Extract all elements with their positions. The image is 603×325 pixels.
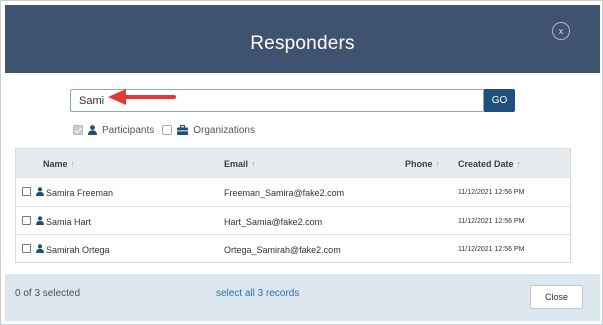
table-header: Name ↑ Email ↑ Phone ↑ Created Date ↑ xyxy=(16,149,570,177)
row-email: Hart_Samia@fake2.com xyxy=(224,217,323,227)
person-icon xyxy=(36,244,44,253)
participants-label: Participants xyxy=(102,124,155,136)
sort-arrow-icon: ↑ xyxy=(70,159,76,169)
close-x-icon[interactable]: x xyxy=(552,22,570,40)
participants-checkbox[interactable] xyxy=(73,125,83,135)
person-icon xyxy=(36,187,44,196)
row-checkbox[interactable] xyxy=(22,187,31,196)
briefcase-icon xyxy=(177,125,189,135)
sort-arrow-icon: ↑ xyxy=(435,159,441,169)
created-date-column-header[interactable]: Created Date ↑ xyxy=(458,159,521,169)
responders-table: Name ↑ Email ↑ Phone ↑ Created Date ↑ Samira… xyxy=(15,148,571,263)
name-column-header[interactable]: Name ↑ xyxy=(43,159,75,169)
go-button[interactable]: GO xyxy=(484,89,515,112)
row-email: Freeman_Samira@fake2.com xyxy=(224,188,345,198)
row-checkbox[interactable] xyxy=(22,216,31,225)
responders-modal: Responders x GO Participants Organizatio… xyxy=(0,0,603,325)
filter-options: Participants Organizations xyxy=(73,123,263,137)
row-email: Ortega_Samirah@fake2.com xyxy=(224,245,341,255)
email-column-header[interactable]: Email ↑ xyxy=(224,159,256,169)
row-checkbox[interactable] xyxy=(22,244,31,253)
close-button[interactable]: Close xyxy=(530,285,583,309)
person-icon xyxy=(36,216,44,225)
row-created-date: 11/12/2021 12:56 PM xyxy=(458,189,525,196)
table-row[interactable]: Samia Hart Hart_Samia@fake2.com 11/12/20… xyxy=(16,206,570,235)
sort-arrow-icon: ↑ xyxy=(516,159,522,169)
row-created-date: 11/12/2021 12:56 PM xyxy=(458,218,525,225)
select-all-link[interactable]: select all 3 records xyxy=(216,288,299,299)
row-name: Samia Hart xyxy=(46,217,92,227)
annotation-arrow-icon xyxy=(108,89,176,105)
person-icon xyxy=(88,125,97,135)
selection-count: 0 of 3 selected xyxy=(15,288,81,299)
organizations-label: Organizations xyxy=(193,124,255,136)
row-name: Samirah Ortega xyxy=(46,245,110,255)
row-created-date: 11/12/2021 12:56 PM xyxy=(458,246,525,253)
table-row[interactable]: Samirah Ortega Ortega_Samirah@fake2.com … xyxy=(16,234,570,263)
modal-title: Responders xyxy=(250,33,355,54)
modal-header: Responders x xyxy=(5,5,600,73)
organizations-checkbox[interactable] xyxy=(162,125,173,135)
sort-arrow-icon: ↑ xyxy=(251,159,256,169)
modal-footer: 0 of 3 selected select all 3 records Clo… xyxy=(5,274,600,321)
table-row[interactable]: Samira Freeman Freeman_Samira@fake2.com … xyxy=(16,177,570,206)
row-name: Samira Freeman xyxy=(46,188,114,198)
phone-column-header[interactable]: Phone ↑ xyxy=(405,159,440,169)
